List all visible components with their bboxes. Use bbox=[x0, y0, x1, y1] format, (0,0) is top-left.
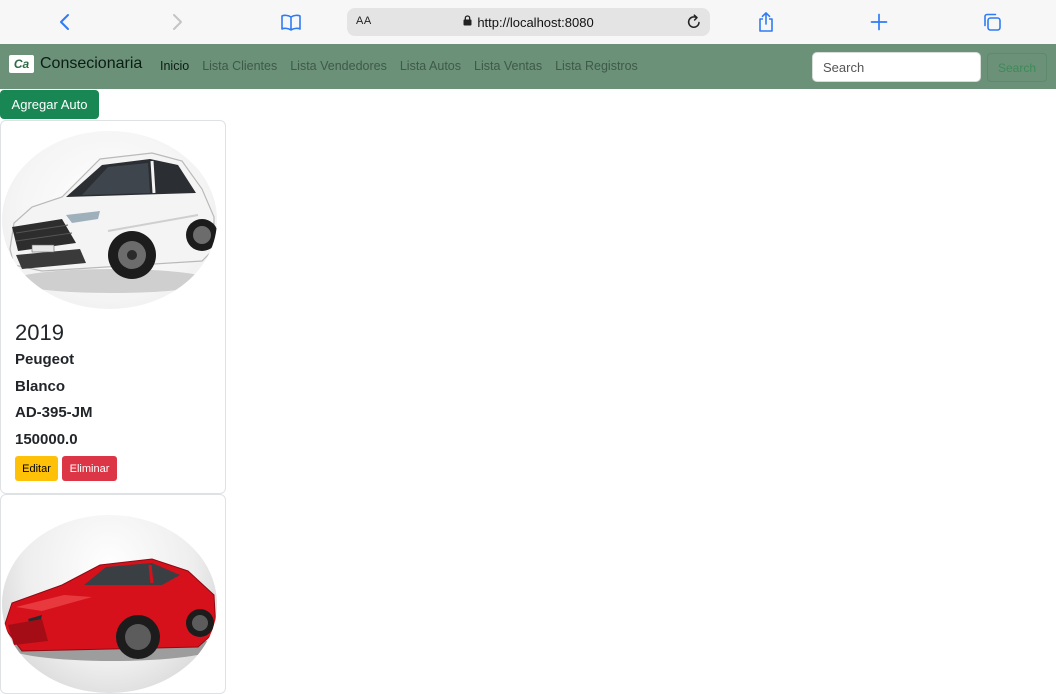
url-text: http://localhost:8080 bbox=[477, 14, 594, 30]
address-bar[interactable]: AA http://localhost:8080 bbox=[347, 8, 710, 36]
back-icon[interactable] bbox=[51, 8, 79, 36]
car-card: 2019 Peugeot Blanco AD-395-JM 150000.0 E… bbox=[0, 120, 226, 494]
nav-link-lista-registros[interactable]: Lista Registros bbox=[555, 59, 638, 73]
white-suv-photo bbox=[2, 131, 217, 309]
tabs-icon[interactable] bbox=[978, 8, 1006, 36]
add-car-button[interactable]: Agregar Auto bbox=[0, 90, 99, 119]
brand-name: Consecionaria bbox=[40, 55, 143, 72]
nav-link-lista-clientes[interactable]: Lista Clientes bbox=[202, 59, 277, 73]
nav-link-inicio[interactable]: Inicio bbox=[160, 59, 189, 73]
car-year: 2019 bbox=[15, 320, 64, 345]
car-card-body: 2019 Peugeot Blanco AD-395-JM 150000.0 E… bbox=[15, 319, 117, 481]
car-actions: Editar Eliminar bbox=[15, 456, 117, 481]
new-tab-icon[interactable] bbox=[865, 8, 893, 36]
search-input[interactable] bbox=[812, 52, 981, 82]
car-card bbox=[0, 494, 226, 694]
brand-logo: Ca bbox=[9, 55, 34, 73]
nav-links: Inicio Lista Clientes Lista Vendedores L… bbox=[160, 59, 651, 73]
reload-icon[interactable] bbox=[686, 13, 702, 35]
edit-car-button[interactable]: Editar bbox=[15, 456, 58, 481]
nav-link-lista-autos[interactable]: Lista Autos bbox=[400, 59, 461, 73]
car-plate: AD-395-JM bbox=[15, 404, 93, 421]
red-sports-car-photo bbox=[2, 515, 217, 693]
bookmarks-icon[interactable] bbox=[277, 8, 305, 36]
search-button[interactable]: Search bbox=[987, 53, 1047, 82]
nav-link-lista-vendedores[interactable]: Lista Vendedores bbox=[290, 59, 387, 73]
share-icon[interactable] bbox=[752, 8, 780, 36]
car-brand: Peugeot bbox=[15, 351, 75, 368]
forward-icon[interactable] bbox=[163, 8, 191, 36]
car-color: Blanco bbox=[15, 377, 66, 395]
brand[interactable]: Ca Consecionaria bbox=[9, 55, 142, 73]
browser-toolbar: AA http://localhost:8080 bbox=[0, 0, 1056, 44]
nav-link-lista-ventas[interactable]: Lista Ventas bbox=[474, 59, 542, 73]
navbar: Ca Consecionaria Inicio Lista Clientes L… bbox=[0, 44, 1056, 89]
delete-car-button[interactable]: Eliminar bbox=[62, 456, 117, 481]
lock-icon bbox=[463, 13, 472, 31]
car-price: 150000.0 bbox=[15, 430, 78, 448]
